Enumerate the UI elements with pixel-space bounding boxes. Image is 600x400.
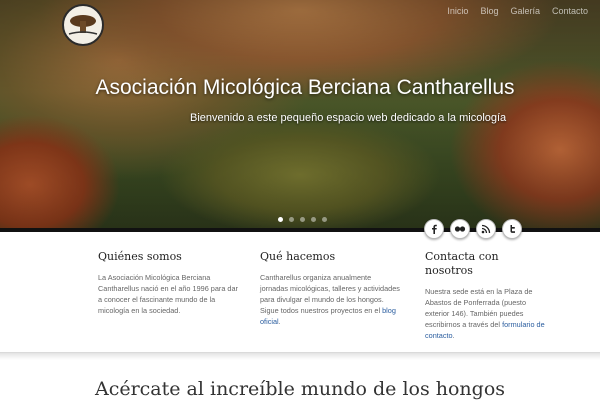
rss-icon (481, 224, 491, 234)
top-nav: Inicio Blog Galería Contacto (447, 6, 588, 16)
column-text: La Asociación Micológica Berciana Cantha… (98, 272, 238, 315)
column-body-end: . (452, 330, 455, 340)
flickr-icon (454, 226, 466, 232)
nav-item-inicio[interactable]: Inicio (447, 6, 468, 16)
column-title: Quiénes somos (98, 250, 182, 263)
nav-item-contacto[interactable]: Contacto (552, 6, 588, 16)
column-contacta: Contacta con nosotros Nuestra sede está … (425, 250, 545, 341)
section-title: Acércate al increíble mundo de los hongo… (94, 378, 506, 400)
logo[interactable] (62, 4, 104, 46)
facebook-icon (432, 224, 437, 234)
nav-item-blog[interactable]: Blog (480, 6, 498, 16)
twitter-icon (510, 225, 515, 233)
facebook-button[interactable] (424, 219, 444, 239)
section-divider (0, 352, 600, 360)
twitter-button[interactable] (502, 219, 522, 239)
hero-title: Asociación Micológica Berciana Cantharel… (95, 76, 515, 99)
slider-dot-3[interactable] (300, 217, 305, 222)
hero-subtitle: Bienvenido a este pequeño espacio web de… (190, 112, 507, 124)
column-body-end: . (278, 316, 281, 326)
slider-dot-5[interactable] (322, 217, 327, 222)
column-body: Cantharellus organiza anualmente jornada… (260, 272, 400, 315)
slider-dot-4[interactable] (311, 217, 316, 222)
column-que-hacemos: Qué hacemos Cantharellus organiza anualm… (260, 250, 400, 327)
slider-dot-2[interactable] (289, 217, 294, 222)
column-text: Cantharellus organiza anualmente jornada… (260, 272, 400, 327)
column-title: Qué hacemos (260, 250, 336, 263)
flickr-button[interactable] (450, 219, 470, 239)
nav-item-galeria[interactable]: Galería (510, 6, 540, 16)
column-title: Contacta con nosotros (425, 250, 499, 277)
column-quienes-somos: Quiénes somos La Asociación Micológica B… (98, 250, 238, 316)
column-text: Nuestra sede está en la Plaza de Abastos… (425, 286, 545, 341)
social-links (424, 219, 522, 239)
rss-button[interactable] (476, 219, 496, 239)
mushroom-logo-icon (68, 15, 98, 35)
slider-dot-1[interactable] (278, 217, 283, 222)
slider-dots (278, 217, 327, 222)
